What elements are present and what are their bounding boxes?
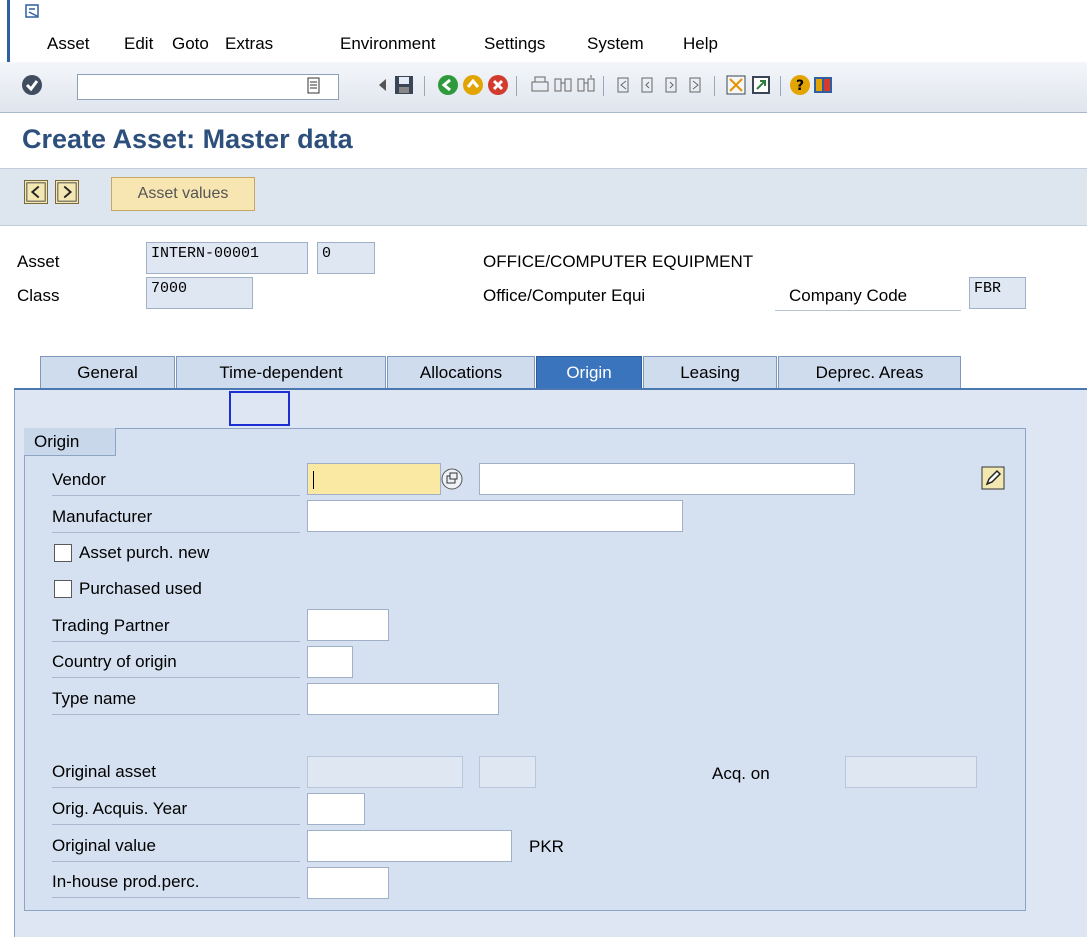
system-menu-icon[interactable] (25, 4, 41, 20)
asset-purch-new-checkbox[interactable] (54, 544, 72, 562)
window-edge (7, 0, 10, 62)
menu-edit[interactable]: Edit (124, 34, 153, 54)
previous-screen-icon[interactable] (24, 180, 48, 204)
type-name-field[interactable] (307, 683, 499, 715)
focus-highlight (229, 391, 290, 426)
command-field[interactable] (77, 74, 339, 100)
menu-extras[interactable]: Extras (225, 34, 273, 54)
menu-asset[interactable]: Asset (47, 34, 90, 54)
tab-origin[interactable]: Origin (536, 356, 642, 388)
trading-partner-field[interactable] (307, 609, 389, 641)
vendor-name-field[interactable] (479, 463, 855, 495)
currency-label: PKR (529, 837, 564, 856)
asset-class-field[interactable]: 7000 (146, 277, 253, 309)
exit-icon[interactable] (462, 74, 484, 96)
original-value-field[interactable] (307, 830, 512, 862)
asset-values-button[interactable]: Asset values (111, 177, 255, 211)
original-value-label: Original value (52, 831, 300, 862)
origin-group-title: Origin (24, 428, 116, 456)
class-description: Office/Computer Equi (483, 286, 646, 305)
manufacturer-label: Manufacturer (52, 502, 300, 533)
edit-address-icon[interactable] (981, 466, 1005, 490)
vendor-search-help-icon[interactable] (440, 467, 464, 491)
shortcut-icon[interactable] (750, 74, 772, 96)
first-page-icon[interactable] (613, 74, 635, 96)
original-asset-field (307, 756, 463, 788)
country-of-origin-field[interactable] (307, 646, 353, 678)
menu-help[interactable]: Help (683, 34, 718, 54)
command-menu-icon[interactable] (306, 77, 322, 95)
page-title: Create Asset: Master data (22, 124, 353, 154)
asset-number-field[interactable]: INTERN-00001 (146, 242, 308, 274)
acq-on-label: Acq. on (712, 764, 770, 783)
purchased-used-checkbox[interactable] (54, 580, 72, 598)
purchased-used-label: Purchased used (79, 579, 202, 598)
trading-partner-label: Trading Partner (52, 611, 300, 642)
inhouse-prod-field[interactable] (307, 867, 389, 899)
customize-layout-icon[interactable] (812, 74, 834, 96)
asset-description: OFFICE/COMPUTER EQUIPMENT (483, 252, 754, 271)
country-of-origin-label: Country of origin (52, 647, 300, 678)
asset-label: Asset (17, 252, 60, 271)
find-icon[interactable] (552, 74, 574, 96)
vendor-label: Vendor (52, 465, 300, 496)
company-code-field[interactable]: FBR (969, 277, 1026, 309)
menu-settings[interactable]: Settings (484, 34, 545, 54)
next-page-icon[interactable] (661, 74, 683, 96)
tab-time-dependent[interactable]: Time-dependent (176, 356, 386, 388)
asset-subnumber-field[interactable]: 0 (317, 242, 375, 274)
help-icon[interactable]: ? (789, 74, 811, 96)
company-code-label: Company Code (775, 286, 961, 311)
back-arrow-icon[interactable] (372, 74, 394, 96)
toolbar-separator (780, 76, 781, 96)
menu-system[interactable]: System (587, 34, 644, 54)
tab-deprec-areas[interactable]: Deprec. Areas (778, 356, 961, 388)
menu-goto[interactable]: Goto (172, 34, 209, 54)
tab-general[interactable]: General (40, 356, 175, 388)
orig-acquis-year-field[interactable] (307, 793, 365, 825)
toolbar-separator (714, 76, 715, 96)
save-icon[interactable] (393, 74, 415, 96)
toolbar-separator (603, 76, 604, 96)
menu-environment[interactable]: Environment (340, 34, 435, 54)
text-cursor (313, 471, 314, 489)
original-asset-subnumber-field (479, 756, 536, 788)
asset-purch-new-label: Asset purch. new (79, 543, 210, 562)
find-next-icon[interactable] (575, 74, 597, 96)
toolbar-separator (516, 76, 517, 96)
acq-on-field (845, 756, 977, 788)
orig-acquis-year-label: Orig. Acquis. Year (52, 794, 300, 825)
print-icon[interactable] (529, 74, 551, 96)
class-label: Class (17, 286, 60, 305)
tab-leasing[interactable]: Leasing (643, 356, 777, 388)
next-screen-icon[interactable] (55, 180, 79, 204)
enter-icon[interactable] (20, 73, 44, 97)
previous-page-icon[interactable] (637, 74, 659, 96)
last-page-icon[interactable] (685, 74, 707, 96)
toolbar-separator (424, 76, 425, 96)
back-icon[interactable] (437, 74, 459, 96)
cancel-icon[interactable] (487, 74, 509, 96)
type-name-label: Type name (52, 684, 300, 715)
create-session-icon[interactable] (725, 74, 747, 96)
tab-allocations[interactable]: Allocations (387, 356, 535, 388)
inhouse-prod-label: In-house prod.perc. (52, 867, 300, 898)
original-asset-label: Original asset (52, 757, 300, 788)
manufacturer-field[interactable] (307, 500, 683, 532)
vendor-field[interactable] (307, 463, 441, 495)
svg-text:?: ? (796, 78, 804, 94)
